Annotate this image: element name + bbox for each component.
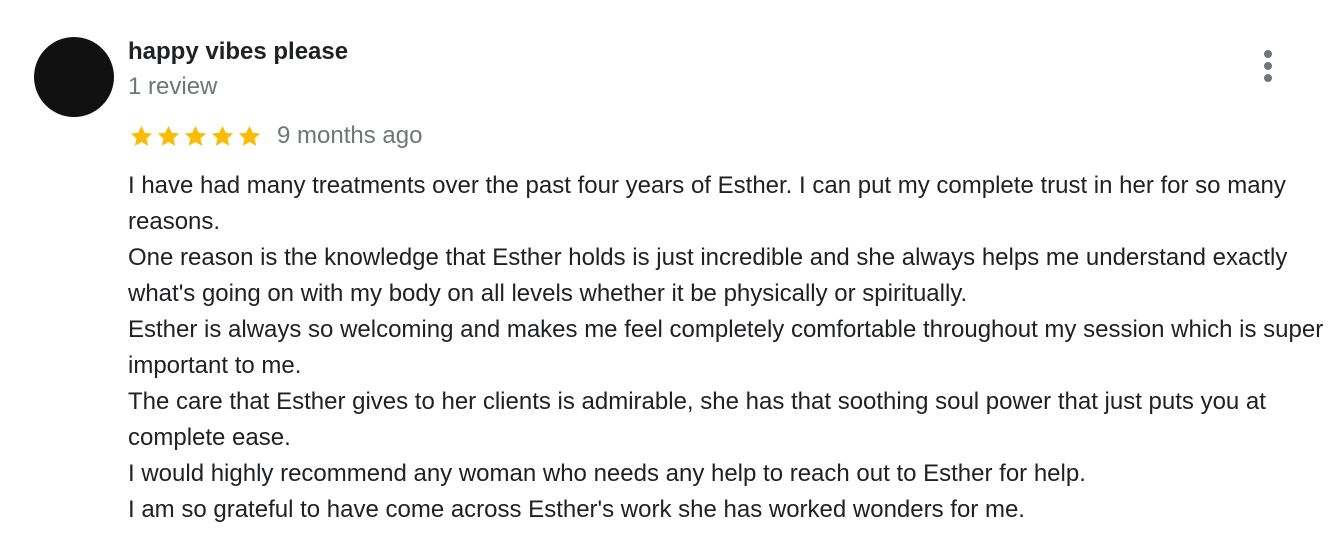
rating-row: 9 months ago: [128, 120, 422, 152]
review-text: I have had many treatments over the past…: [128, 168, 1342, 528]
review-date: 9 months ago: [277, 122, 423, 149]
star-icon: [238, 125, 261, 146]
review-paragraph: I would highly recommend any woman who n…: [128, 460, 1086, 487]
author-name[interactable]: happy vibes please: [128, 38, 348, 66]
more-vert-icon-dot: [1264, 62, 1272, 70]
star-icon: [211, 125, 234, 146]
avatar[interactable]: [34, 37, 114, 117]
review-paragraph: The care that Esther gives to her client…: [128, 388, 1266, 451]
review-paragraph: I have had many treatments over the past…: [128, 172, 1286, 235]
more-options-button[interactable]: [1252, 46, 1284, 86]
star-icon: [184, 125, 207, 146]
review-paragraph: Esther is always so welcoming and makes …: [128, 316, 1324, 379]
review-paragraph: I am so grateful to have come across Est…: [128, 496, 1025, 523]
review-count[interactable]: 1 review: [128, 73, 217, 101]
review-card: happy vibes please 1 review 9 months ago…: [0, 0, 1344, 546]
more-vert-icon: [1264, 50, 1272, 58]
star-icon: [157, 125, 180, 146]
review-paragraph: One reason is the knowledge that Esther …: [128, 244, 1288, 307]
star-icon: [130, 125, 153, 146]
more-vert-icon-dot: [1264, 74, 1272, 82]
star-rating: [128, 120, 263, 152]
